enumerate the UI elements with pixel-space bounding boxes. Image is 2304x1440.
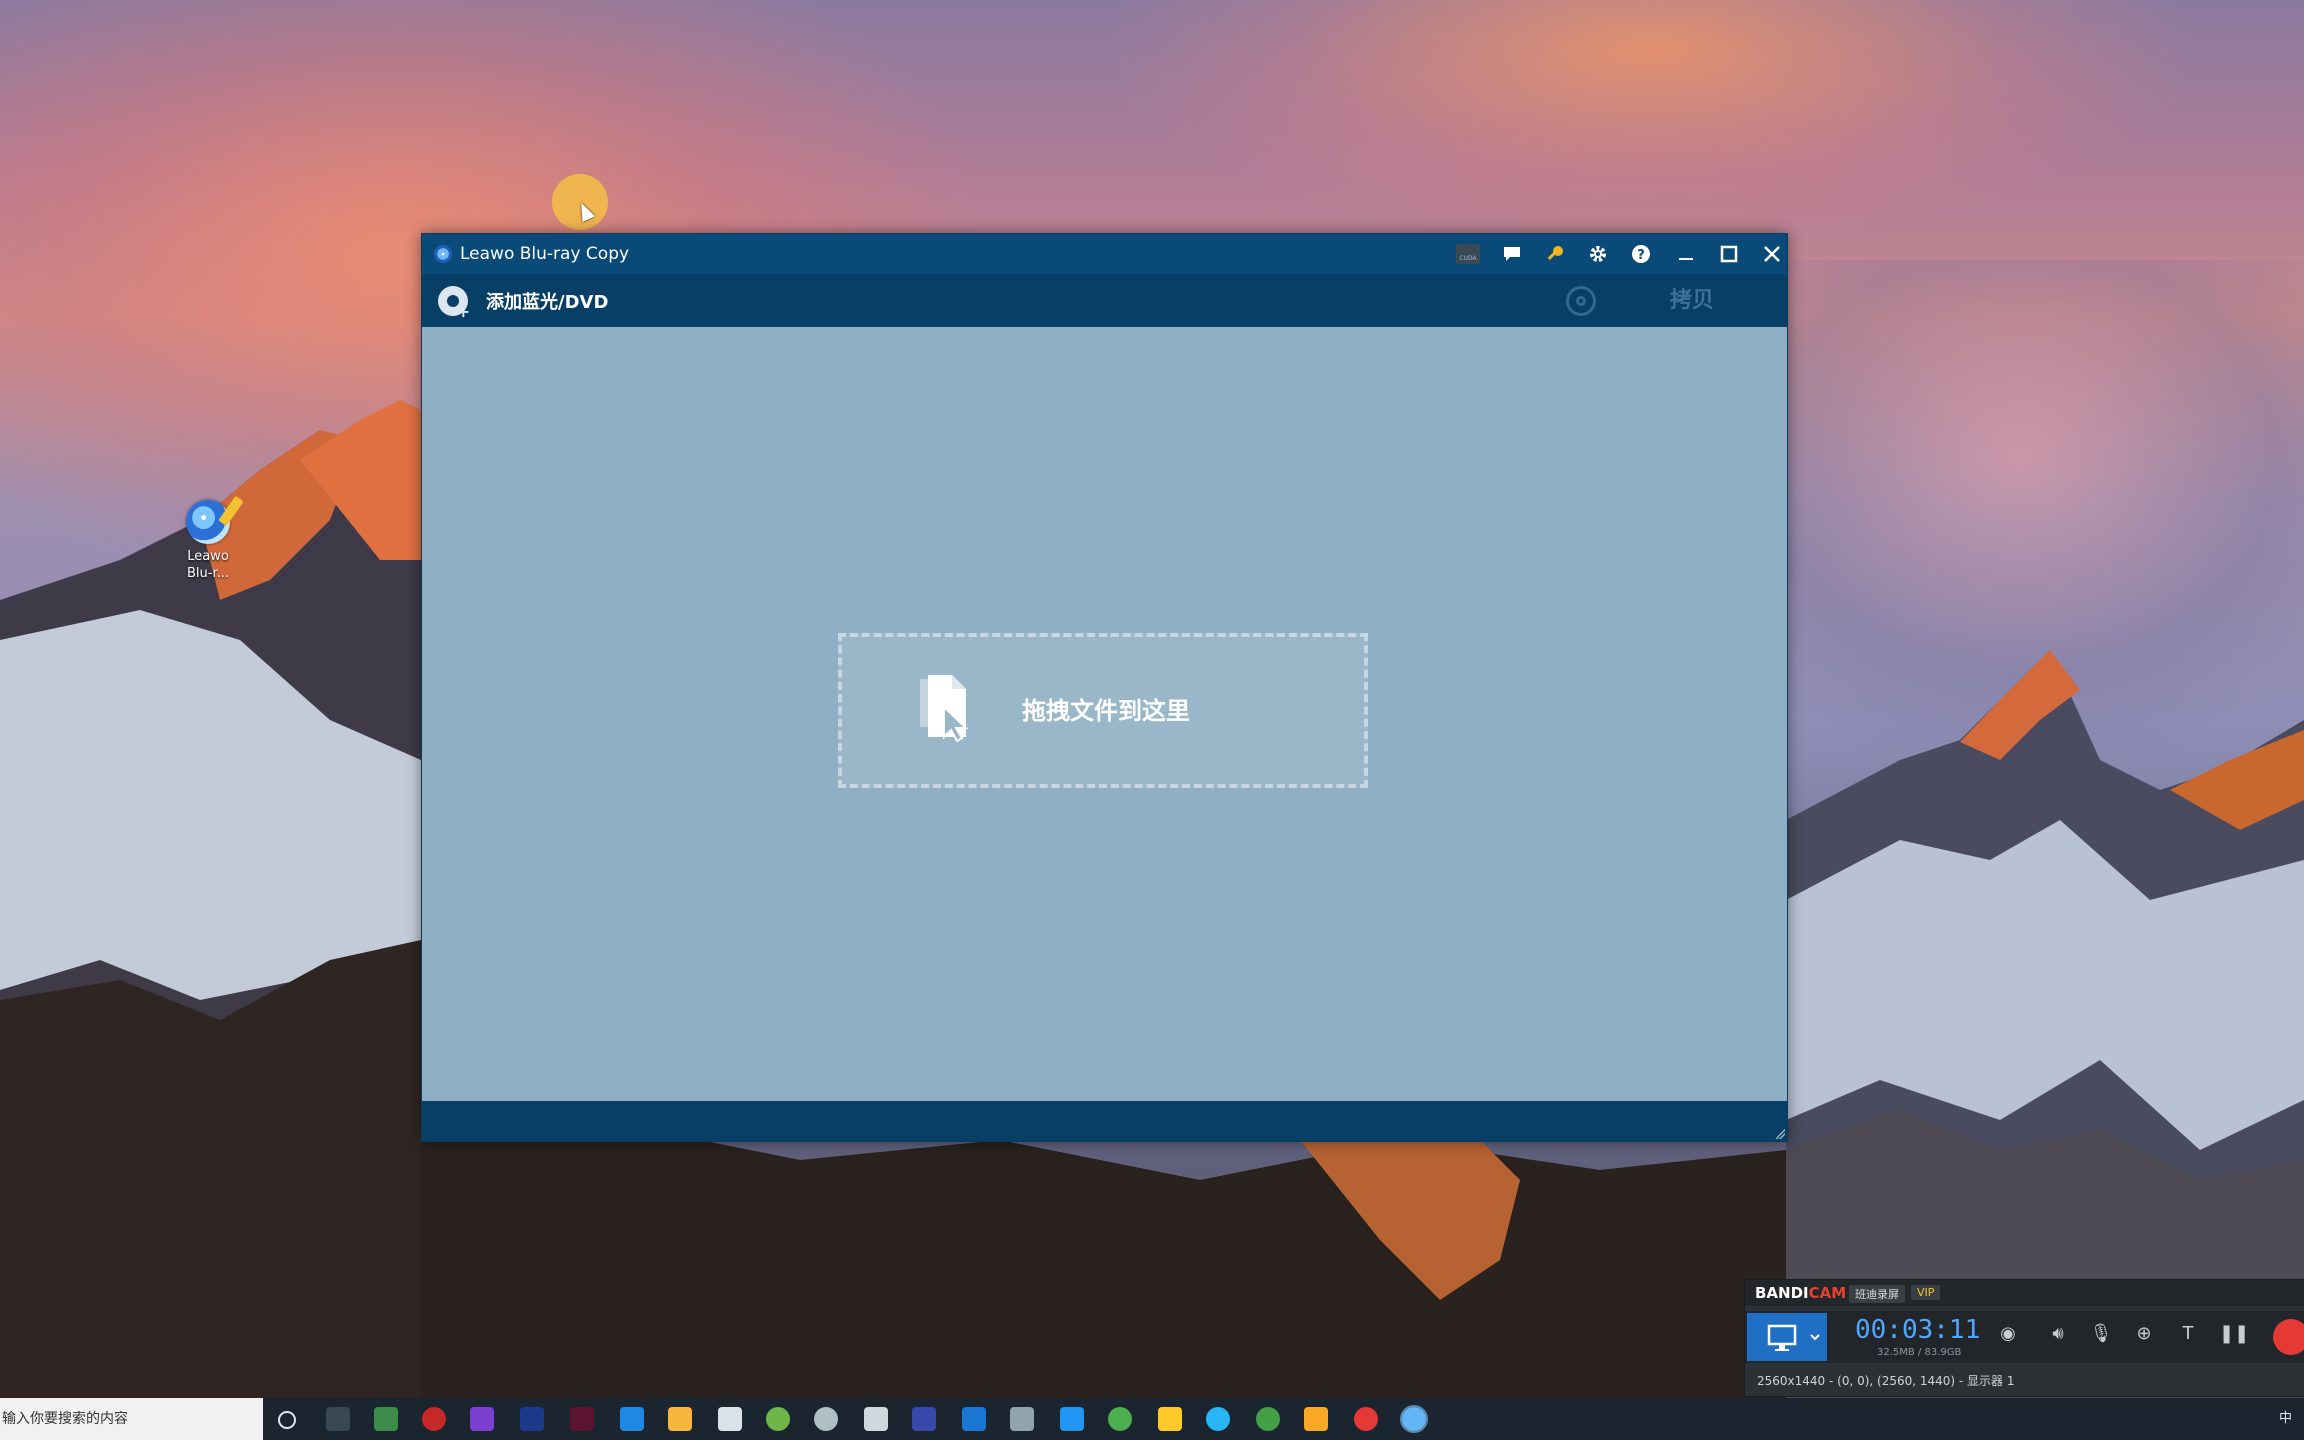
burn-disc-icon[interactable]	[1566, 286, 1596, 316]
svg-text:?: ?	[1637, 248, 1645, 263]
app-icon-3[interactable]	[470, 1407, 494, 1431]
title-bar[interactable]: Leawo Blu-ray Copy CUDA ?	[422, 234, 1787, 274]
content-area: 拖拽文件到这里	[422, 327, 1787, 1101]
screen-mode-button[interactable]	[1747, 1313, 1827, 1361]
bandicam-taskbar-icon[interactable]	[1354, 1407, 1378, 1431]
app-icon-17[interactable]	[1158, 1407, 1182, 1431]
bandicam-cn-tag: 班迪录屏	[1849, 1285, 1905, 1303]
app-icon-12[interactable]	[912, 1407, 936, 1431]
webcam-icon[interactable]: ◉	[1995, 1323, 2021, 1349]
app-icon-11[interactable]	[864, 1407, 888, 1431]
app-icon-9[interactable]	[766, 1407, 790, 1431]
window-title: Leawo Blu-ray Copy	[460, 244, 630, 264]
recording-time: 00:03:11	[1855, 1315, 1981, 1345]
app-icon-8[interactable]	[718, 1407, 742, 1431]
bandicam-vip-badge: VIP	[1911, 1285, 1941, 1300]
drag-file-icon	[920, 675, 969, 743]
add-disc-icon	[438, 286, 470, 321]
photoshop-icon[interactable]	[520, 1407, 544, 1431]
pause-icon[interactable]: ❚❚	[2219, 1323, 2249, 1349]
bluray-disc-icon	[186, 500, 230, 544]
recording-size: 32.5MB / 83.9GB	[1877, 1347, 1962, 1358]
file-explorer-icon[interactable]	[1304, 1407, 1328, 1431]
app-icon-16[interactable]	[1108, 1407, 1132, 1431]
app-icon-18[interactable]	[1206, 1407, 1230, 1431]
status-bar	[422, 1101, 1787, 1141]
taskbar-search-input[interactable]: 输入你要搜索的内容	[0, 1398, 263, 1440]
app-icon-6[interactable]	[620, 1407, 644, 1431]
toolbar: 添加蓝光/DVD 拷贝	[422, 274, 1787, 327]
taskbar: 输入你要搜索的内容 中	[0, 1398, 2304, 1440]
add-bluray-dvd-button[interactable]: 添加蓝光/DVD	[438, 285, 609, 321]
desktop-icon-label: Leawo Blu-r...	[186, 549, 229, 581]
app-icon-14[interactable]	[1010, 1407, 1034, 1431]
copy-button[interactable]: 拷贝	[1670, 274, 1714, 327]
app-icon-7[interactable]	[668, 1407, 692, 1431]
microphone-icon[interactable]: 🎙︎	[2088, 1323, 2114, 1349]
maximize-icon[interactable]	[1714, 240, 1744, 268]
app-icon-10[interactable]	[814, 1407, 838, 1431]
mouse-effect-icon[interactable]: ⊕	[2131, 1323, 2157, 1349]
key-icon[interactable]	[1540, 240, 1570, 268]
bandicam-logo: BANDICAM	[1755, 1284, 1847, 1302]
help-icon[interactable]: ?	[1626, 240, 1656, 268]
app-icon-15[interactable]	[1060, 1407, 1084, 1431]
bandicam-widget: BANDICAM 班迪录屏 VIP 00:03:11 32.5MB / 83.9…	[1744, 1279, 2304, 1397]
drop-zone-label: 拖拽文件到这里	[1022, 697, 1190, 725]
stop-record-button[interactable]	[2273, 1319, 2304, 1355]
chat-icon[interactable]	[1497, 240, 1527, 268]
indesign-icon[interactable]	[570, 1407, 594, 1431]
app-logo-icon	[434, 245, 452, 263]
cuda-icon[interactable]: CUDA	[1453, 240, 1483, 268]
task-view-icon[interactable]	[326, 1407, 350, 1431]
add-bluray-dvd-label: 添加蓝光/DVD	[486, 292, 609, 313]
wechat-icon[interactable]	[1256, 1407, 1280, 1431]
gear-icon[interactable]	[1583, 240, 1613, 268]
desktop-icon-leawo[interactable]: Leawo Blu-r...	[176, 500, 240, 582]
drop-zone[interactable]: 拖拽文件到这里	[838, 633, 1368, 788]
recording-area-info: 2560x1440 - (0, 0), (2560, 1440) - 显示器 1	[1757, 1374, 2015, 1388]
leawo-taskbar-icon[interactable]	[1400, 1405, 1428, 1433]
system-tray[interactable]: 中	[2279, 1398, 2292, 1440]
bandicam-header[interactable]: BANDICAM 班迪录屏 VIP	[1745, 1280, 2304, 1306]
app-icon-1[interactable]	[374, 1407, 398, 1431]
ime-indicator[interactable]: 中	[2279, 1411, 2292, 1426]
speaker-icon[interactable]: 🔊︎	[2045, 1323, 2071, 1349]
app-icon-13[interactable]	[962, 1407, 986, 1431]
bandicam-controls: 00:03:11 32.5MB / 83.9GB ◉ 🔊︎ 🎙︎ ⊕ T ❚❚	[1745, 1311, 2304, 1363]
resize-grip-icon[interactable]	[1775, 1129, 1785, 1139]
text-overlay-icon[interactable]: T	[2175, 1323, 2201, 1349]
close-icon[interactable]	[1757, 240, 1787, 268]
minimize-icon[interactable]	[1671, 240, 1701, 268]
cortana-icon[interactable]	[278, 1411, 296, 1429]
app-icon-2[interactable]	[422, 1407, 446, 1431]
app-window: Leawo Blu-ray Copy CUDA ? 添加蓝光/DVD	[421, 233, 1788, 1142]
